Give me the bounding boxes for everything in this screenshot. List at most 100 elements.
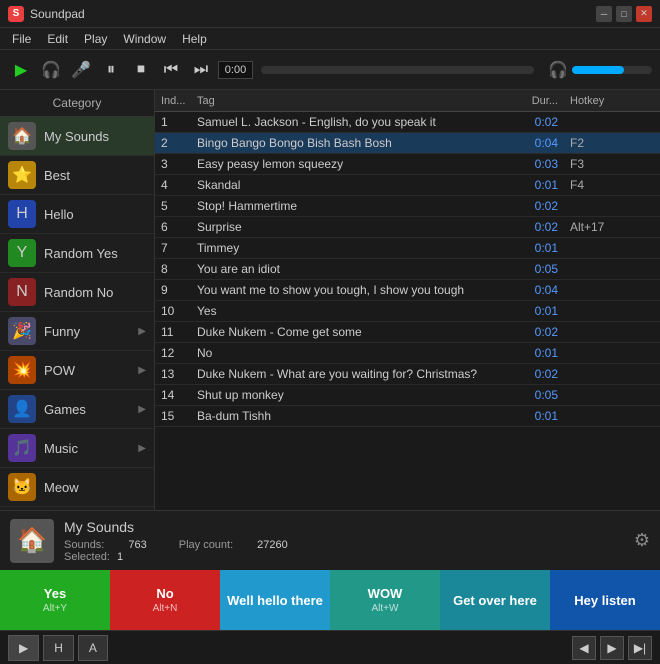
sound-row[interactable]: 7 Timmey 0:01 [155, 238, 660, 259]
sound-row[interactable]: 8 You are an idiot 0:05 [155, 259, 660, 280]
row-index: 4 [155, 175, 191, 195]
sidebar-item-funny[interactable]: 🎉Funny▶ [0, 312, 154, 351]
sidebar-item-meow[interactable]: 🐱Meow [0, 468, 154, 507]
row-duration: 0:01 [504, 301, 564, 321]
sounds-label: Sounds: [64, 539, 104, 551]
row-index: 7 [155, 238, 191, 258]
sound-row[interactable]: 10 Yes 0:01 [155, 301, 660, 322]
row-index: 5 [155, 196, 191, 216]
footer-category-icon: 🏠 [10, 519, 54, 563]
sidebar-item-pow[interactable]: 💥POW▶ [0, 351, 154, 390]
quick-button-label: WOW [368, 586, 403, 601]
menu-item-play[interactable]: Play [76, 30, 115, 48]
sidebar-label: Random No [44, 285, 113, 300]
sidebar-item-my-sounds[interactable]: 🏠My Sounds [0, 117, 154, 156]
row-duration: 0:05 [504, 385, 564, 405]
sound-row[interactable]: 11 Duke Nukem - Come get some 0:02 [155, 322, 660, 343]
pause-button[interactable]: ⏸ [98, 57, 124, 83]
quick-button-label: Hey listen [574, 593, 635, 608]
quick-button-label: No [156, 586, 173, 601]
row-hotkey [564, 392, 644, 398]
maximize-button[interactable]: □ [616, 6, 632, 22]
row-tag: You want me to show you tough, I show yo… [191, 280, 504, 300]
sidebar-item-music[interactable]: 🎵Music▶ [0, 429, 154, 468]
row-tag: Stop! Hammertime [191, 196, 504, 216]
quick-button-well-hello-there[interactable]: Well hello there [220, 570, 330, 630]
menu-item-help[interactable]: Help [174, 30, 215, 48]
footer-category-title: My Sounds [64, 519, 624, 535]
app-title: Soundpad [30, 7, 596, 21]
sidebar-icon: Y [8, 239, 36, 267]
row-index: 3 [155, 154, 191, 174]
play-button[interactable]: ▶ [8, 57, 34, 83]
sound-row[interactable]: 12 No 0:01 [155, 343, 660, 364]
sidebar-label: POW [44, 363, 75, 378]
settings-icon[interactable]: ⚙ [634, 530, 650, 551]
row-index: 2 [155, 133, 191, 153]
volume-bar-fill [572, 66, 624, 74]
sidebar-item-random-yes[interactable]: YRandom Yes [0, 234, 154, 273]
quick-button-no[interactable]: No Alt+N [110, 570, 220, 630]
time-display: 0:00 [218, 61, 253, 79]
row-duration: 0:04 [504, 280, 564, 300]
prev-button[interactable]: ⏮ [158, 57, 184, 83]
sidebar-icon: 🎵 [8, 434, 36, 462]
nav-back-button[interactable]: ◀ [572, 636, 596, 660]
row-hotkey: F3 [564, 154, 644, 174]
play-status-button[interactable]: ▶ [8, 635, 39, 661]
sound-row[interactable]: 13 Duke Nukem - What are you waiting for… [155, 364, 660, 385]
record-status-button[interactable]: A [78, 635, 108, 661]
volume-bar[interactable] [572, 66, 652, 74]
sidebar: Category 🏠My Sounds⭐BestHHelloYRandom Ye… [0, 90, 155, 510]
footer-info: 🏠 My Sounds Sounds: 763 Play count: 2726… [0, 510, 660, 570]
sound-row[interactable]: 3 Easy peasy lemon squeezy 0:03 F3 [155, 154, 660, 175]
stop-status-button[interactable]: H [43, 635, 74, 661]
row-hotkey [564, 329, 644, 335]
menubar: FileEditPlayWindowHelp [0, 28, 660, 50]
sound-row[interactable]: 4 Skandal 0:01 F4 [155, 175, 660, 196]
quick-button-yes[interactable]: YesAlt+Y [0, 570, 110, 630]
quick-button-get-over-here[interactable]: Get over here [440, 570, 550, 630]
minimize-button[interactable]: ─ [596, 6, 612, 22]
sidebar-item-best[interactable]: ⭐Best [0, 156, 154, 195]
sound-list: 1 Samuel L. Jackson - English, do you sp… [155, 112, 660, 510]
row-duration: 0:01 [504, 343, 564, 363]
row-index: 11 [155, 322, 191, 342]
sound-row[interactable]: 9 You want me to show you tough, I show … [155, 280, 660, 301]
row-duration: 0:02 [504, 322, 564, 342]
quick-button-hotkey: Alt+N [153, 603, 178, 614]
row-hotkey [564, 287, 644, 293]
sound-row[interactable]: 5 Stop! Hammertime 0:02 [155, 196, 660, 217]
quick-button-hey-listen[interactable]: Hey listen [550, 570, 660, 630]
stop-button[interactable]: ⏹ [128, 57, 154, 83]
row-duration: 0:05 [504, 259, 564, 279]
sound-row[interactable]: 2 Bingo Bango Bongo Bish Bash Bosh 0:04 … [155, 133, 660, 154]
row-tag: Samuel L. Jackson - English, do you spea… [191, 112, 504, 132]
sidebar-item-hello[interactable]: HHello [0, 195, 154, 234]
quick-buttons: YesAlt+Y No Alt+N Well hello thereWOWAlt+WG… [0, 570, 660, 630]
play-count-label: Play count: [179, 539, 233, 551]
sound-row[interactable]: 6 Surprise 0:02 Alt+17 [155, 217, 660, 238]
nav-end-button[interactable]: ▶| [628, 636, 652, 660]
menu-item-file[interactable]: File [4, 30, 39, 48]
quick-button-wow[interactable]: WOWAlt+W [330, 570, 440, 630]
sound-row[interactable]: 15 Ba-dum Tishh 0:01 [155, 406, 660, 427]
progress-bar[interactable] [261, 66, 534, 74]
menu-item-edit[interactable]: Edit [39, 30, 76, 48]
nav-forward-button[interactable]: ▶ [600, 636, 624, 660]
toolbar: ▶ 🎧 🎤 ⏸ ⏹ ⏮ ⏭ 0:00 🎧 [0, 50, 660, 90]
sidebar-icon: N [8, 278, 36, 306]
row-duration: 0:02 [504, 364, 564, 384]
row-hotkey [564, 413, 644, 419]
sound-row[interactable]: 14 Shut up monkey 0:05 [155, 385, 660, 406]
sidebar-item-games[interactable]: 👤Games▶ [0, 390, 154, 429]
sound-list-container: Ind... Tag Dur... Hotkey 1 Samuel L. Jac… [155, 90, 660, 510]
next-button[interactable]: ⏭ [188, 57, 214, 83]
row-hotkey [564, 245, 644, 251]
sidebar-item-random-no[interactable]: N Random No [0, 273, 154, 312]
menu-item-window[interactable]: Window [115, 30, 174, 48]
row-hotkey: Alt+17 [564, 217, 644, 237]
close-button[interactable]: ✕ [636, 6, 652, 22]
row-tag: Duke Nukem - What are you waiting for? C… [191, 364, 504, 384]
sound-row[interactable]: 1 Samuel L. Jackson - English, do you sp… [155, 112, 660, 133]
